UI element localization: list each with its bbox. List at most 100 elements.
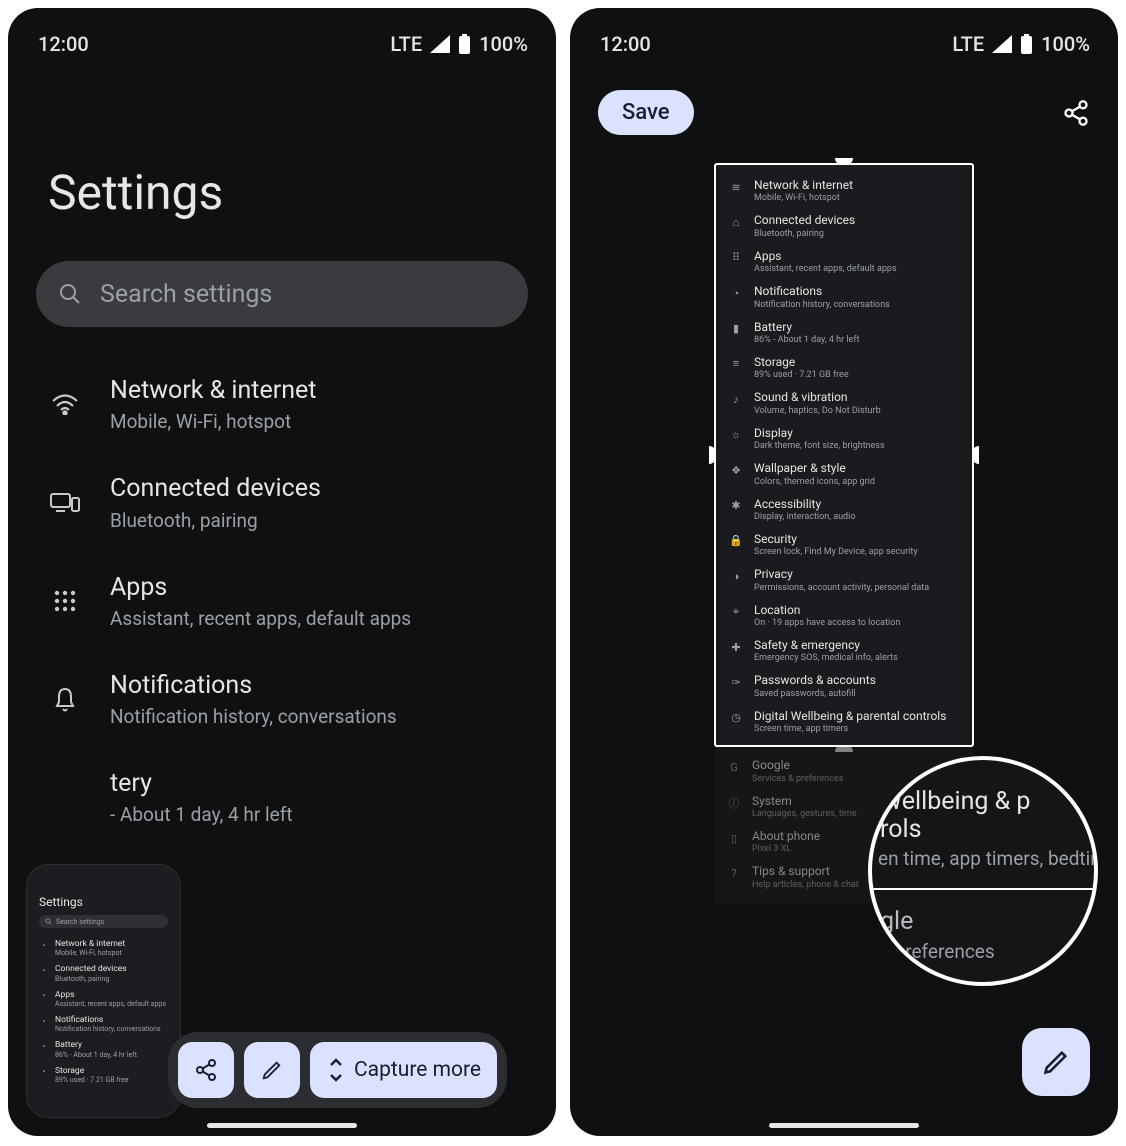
setting-title: Safety & emergency bbox=[754, 638, 898, 652]
status-network: LTE bbox=[390, 32, 422, 56]
setting-subtitle: Notification history, conversations bbox=[754, 300, 890, 310]
long-setting-row[interactable]: ▮ Battery 86% - About 1 day, 4 hr left bbox=[722, 315, 966, 350]
mini-setting-row: •Battery86% - About 1 day, 4 hr left bbox=[37, 1037, 170, 1062]
mini-setting-row: •Connected devicesBluetooth, pairing bbox=[37, 961, 170, 986]
long-setting-row[interactable]: ⠿ Apps Assistant, recent apps, default a… bbox=[722, 244, 966, 279]
setting-subtitle: Bluetooth, pairing bbox=[110, 509, 321, 532]
setting-subtitle: Screen lock, Find My Device, app securit… bbox=[754, 547, 918, 557]
save-button[interactable]: Save bbox=[598, 90, 694, 135]
bell-icon bbox=[53, 686, 77, 712]
setting-row-network[interactable]: Network & internet Mobile, Wi-Fi, hotspo… bbox=[28, 355, 536, 453]
crop-selection[interactable]: ≋ Network & internet Mobile, Wi-Fi, hots… bbox=[714, 163, 974, 747]
crop-handle-right[interactable] bbox=[972, 446, 979, 464]
setting-subtitle: Saved passwords, autofill bbox=[754, 689, 876, 699]
setting-subtitle: Assistant, recent apps, default apps bbox=[754, 264, 897, 274]
wifi-icon bbox=[51, 393, 79, 415]
setting-title: Display bbox=[754, 426, 885, 440]
setting-subtitle: Display, interaction, audio bbox=[754, 512, 855, 522]
access-icon: ✱ bbox=[728, 498, 744, 514]
capture-more-button[interactable]: Capture more bbox=[310, 1042, 497, 1098]
long-setting-row[interactable]: 🔒 Security Screen lock, Find My Device, … bbox=[722, 527, 966, 562]
setting-title: tery bbox=[110, 768, 293, 799]
page-title-area: Settings bbox=[8, 64, 556, 251]
key-icon: ✑ bbox=[728, 674, 744, 690]
long-setting-row[interactable]: ◷ Digital Wellbeing & parental controls … bbox=[722, 704, 966, 739]
long-setting-row[interactable]: ≡ Storage 89% used · 7.21 GB free bbox=[722, 350, 966, 385]
status-bar: 12:00 LTE 100% bbox=[570, 8, 1118, 64]
long-setting-row[interactable]: ❖ Wallpaper & style Colors, themed icons… bbox=[722, 456, 966, 491]
setting-subtitle: Languages, gestures, time bbox=[752, 809, 857, 819]
edit-button[interactable] bbox=[1022, 1028, 1090, 1096]
mini-setting-row: •Network & internetMobile, Wi-Fi, hotspo… bbox=[37, 936, 170, 961]
nav-bar-pill[interactable] bbox=[207, 1123, 357, 1128]
long-setting-row[interactable]: ◔ Notifications Notification history, co… bbox=[722, 279, 966, 314]
screenshot-preview[interactable]: 12:00 ▮ Settings Search settings •Networ… bbox=[26, 864, 181, 1118]
setting-title: Network & internet bbox=[754, 178, 853, 192]
setting-title: Connected devices bbox=[754, 213, 855, 227]
nav-bar-pill[interactable] bbox=[769, 1123, 919, 1128]
setting-title: Battery bbox=[754, 320, 859, 334]
search-settings[interactable]: Search settings bbox=[36, 261, 528, 327]
setting-title: Privacy bbox=[754, 567, 929, 581]
setting-subtitle: Services & preferences bbox=[752, 774, 843, 784]
status-right: LTE 100% bbox=[952, 32, 1090, 56]
long-setting-row[interactable]: ◑ Privacy Permissions, account activity,… bbox=[722, 562, 966, 597]
long-setting-row[interactable]: ≋ Network & internet Mobile, Wi-Fi, hots… bbox=[722, 173, 966, 208]
setting-title: Notifications bbox=[110, 670, 397, 701]
long-setting-row[interactable]: ⌂ Connected devices Bluetooth, pairing bbox=[722, 208, 966, 243]
capture-more-label: Capture more bbox=[354, 1058, 481, 1082]
magnified-subtitle: & preferences bbox=[878, 940, 1084, 963]
devices-icon bbox=[50, 491, 80, 513]
long-setting-row[interactable]: ✱ Accessibility Display, interaction, au… bbox=[722, 492, 966, 527]
wall-icon: ❖ bbox=[728, 462, 744, 478]
setting-title: Tips & support bbox=[752, 864, 859, 878]
setting-title: About phone bbox=[752, 829, 820, 843]
magnified-title: Wellbeing & p bbox=[880, 788, 1084, 816]
system-icon: ⓘ bbox=[726, 795, 742, 811]
signal-icon bbox=[992, 35, 1012, 53]
storage-icon: ≡ bbox=[728, 356, 744, 372]
crop-magnifier: Wellbeing & p rols en time, app timers, … bbox=[868, 756, 1098, 986]
page-title: Settings bbox=[48, 164, 516, 221]
share-button[interactable] bbox=[1062, 99, 1090, 127]
status-battery-percent: 100% bbox=[479, 32, 528, 56]
google-icon: G bbox=[726, 759, 742, 775]
edit-button[interactable] bbox=[244, 1042, 300, 1098]
setting-title: Security bbox=[754, 532, 918, 546]
setting-row-apps[interactable]: Apps Assistant, recent apps, default app… bbox=[28, 552, 536, 650]
setting-title: Digital Wellbeing & parental controls bbox=[754, 709, 946, 723]
long-setting-row[interactable]: ☼ Display Dark theme, font size, brightn… bbox=[722, 421, 966, 456]
status-bar: 12:00 LTE 100% bbox=[8, 8, 556, 64]
setting-subtitle: Emergency SOS, medical info, alerts bbox=[754, 653, 898, 663]
setting-title: Apps bbox=[110, 572, 411, 603]
long-setting-row[interactable]: ⌖ Location On · 19 apps have access to l… bbox=[722, 598, 966, 633]
long-setting-row[interactable]: ✑ Passwords & accounts Saved passwords, … bbox=[722, 668, 966, 703]
long-setting-row[interactable]: ✚ Safety & emergency Emergency SOS, medi… bbox=[722, 633, 966, 668]
setting-title: Notifications bbox=[754, 284, 890, 298]
share-button[interactable] bbox=[178, 1042, 234, 1098]
mini-setting-row: •Storage89% used · 7.21 GB free bbox=[37, 1063, 170, 1088]
setting-subtitle: Bluetooth, pairing bbox=[754, 229, 855, 239]
setting-title: Wallpaper & style bbox=[754, 461, 875, 475]
battery-icon bbox=[1020, 34, 1033, 54]
setting-row-battery[interactable]: tery - About 1 day, 4 hr left bbox=[28, 748, 536, 846]
mini-search: Search settings bbox=[39, 915, 168, 928]
mini-title: Settings bbox=[39, 895, 170, 909]
setting-title: Location bbox=[754, 603, 900, 617]
setting-row-notifications[interactable]: Notifications Notification history, conv… bbox=[28, 650, 536, 748]
phone-left-settings: 12:00 LTE 100% Settings Search settings … bbox=[8, 8, 556, 1136]
sound-icon: ♪ bbox=[728, 391, 744, 407]
settings-list: Network & internet Mobile, Wi-Fi, hotspo… bbox=[8, 345, 556, 846]
setting-title: Sound & vibration bbox=[754, 390, 881, 404]
long-setting-row[interactable]: ♪ Sound & vibration Volume, haptics, Do … bbox=[722, 385, 966, 420]
setting-title: Passwords & accounts bbox=[754, 673, 876, 687]
crop-handle-left[interactable] bbox=[709, 446, 716, 464]
setting-subtitle: Mobile, Wi-Fi, hotspot bbox=[110, 410, 316, 433]
setting-subtitle: Colors, themed icons, app grid bbox=[754, 477, 875, 487]
status-battery-percent: 100% bbox=[1041, 32, 1090, 56]
battery-icon bbox=[458, 34, 471, 54]
setting-row-connected-devices[interactable]: Connected devices Bluetooth, pairing bbox=[28, 453, 536, 551]
magnified-title: rols bbox=[880, 816, 1084, 844]
setting-title: Accessibility bbox=[754, 497, 855, 511]
setting-subtitle: Permissions, account activity, personal … bbox=[754, 583, 929, 593]
